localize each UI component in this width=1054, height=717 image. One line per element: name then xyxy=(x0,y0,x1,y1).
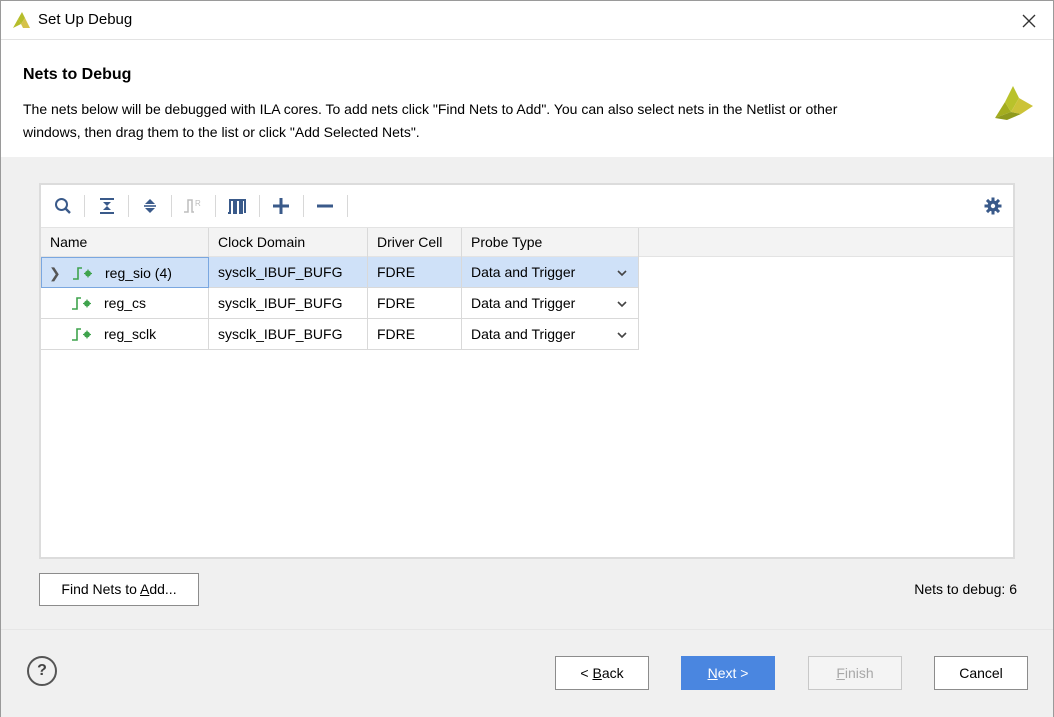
table-row[interactable]: reg_sclk sysclk_IBUF_BUFG FDRE Data and … xyxy=(41,319,639,350)
clock-domain-cell: sysclk_IBUF_BUFG xyxy=(209,319,368,350)
net-icon xyxy=(72,297,91,310)
waveform-button[interactable]: R xyxy=(181,194,205,218)
bus-icon xyxy=(228,199,246,214)
toolbar-separator xyxy=(84,195,85,217)
back-label-prefix: < xyxy=(580,665,593,681)
toolbar-separator xyxy=(259,195,260,217)
back-button[interactable]: < Back xyxy=(555,656,649,690)
clock-domain-cell: sysclk_IBUF_BUFG xyxy=(209,288,368,319)
column-header-driver-cell[interactable]: Driver Cell xyxy=(368,228,462,258)
title-bar: Set Up Debug xyxy=(1,1,1053,39)
next-label-suffix: ext > xyxy=(717,665,749,681)
net-icon xyxy=(73,267,92,280)
driver-cell-cell: FDRE xyxy=(368,319,462,350)
probe-type-value: Data and Trigger xyxy=(471,326,576,342)
nets-count-label: Nets to debug: 6 xyxy=(914,581,1017,597)
expand-all-icon xyxy=(144,199,156,213)
column-header-clock-domain[interactable]: Clock Domain xyxy=(209,228,368,258)
net-name-cell[interactable]: reg_cs xyxy=(41,288,209,319)
toolbar-separator xyxy=(215,195,216,217)
net-name: reg_sclk xyxy=(104,326,157,342)
back-label-suffix: ack xyxy=(601,665,624,681)
collapse-all-button[interactable] xyxy=(95,194,119,218)
nets-panel: R Name Clock Domain Driver Cell Probe Ty… xyxy=(39,183,1015,559)
probe-type-value: Data and Trigger xyxy=(471,264,576,280)
close-icon xyxy=(1022,14,1036,28)
page-header: Nets to Debug The nets below will be deb… xyxy=(1,39,1053,157)
add-icon xyxy=(273,198,289,214)
column-header-probe-type[interactable]: Probe Type xyxy=(462,228,639,258)
column-header-name[interactable]: Name xyxy=(41,228,209,258)
window-title: Set Up Debug xyxy=(38,11,133,28)
finish-label-suffix: inish xyxy=(844,665,874,681)
gear-icon xyxy=(984,197,1002,215)
bus-button[interactable] xyxy=(225,194,249,218)
probe-type-dropdown[interactable]: Data and Trigger xyxy=(462,319,639,350)
search-icon xyxy=(55,198,71,214)
toolbar-separator xyxy=(171,195,172,217)
dialog-footer: ? < Back Next > Finish Cancel xyxy=(1,629,1053,717)
probe-type-dropdown[interactable]: Data and Trigger xyxy=(462,288,639,319)
description-line-1: The nets below will be debugged with ILA… xyxy=(23,101,838,117)
toolbar-separator xyxy=(303,195,304,217)
vivado-brand-logo-icon xyxy=(995,86,1033,120)
close-button[interactable] xyxy=(1011,7,1047,35)
back-mnemonic: B xyxy=(592,665,602,681)
page-description: The nets below will be debugged with ILA… xyxy=(23,98,943,144)
content-area: R Name Clock Domain Driver Cell Probe Ty… xyxy=(1,157,1053,629)
dialog-window: Set Up Debug Nets to Debug The nets belo… xyxy=(0,0,1054,717)
probe-type-value: Data and Trigger xyxy=(471,295,576,311)
search-button[interactable] xyxy=(51,194,75,218)
table-row[interactable]: reg_cs sysclk_IBUF_BUFG FDRE Data and Tr… xyxy=(41,288,639,319)
chevron-down-icon xyxy=(617,270,627,277)
net-name: reg_sio (4) xyxy=(105,265,172,281)
next-mnemonic: N xyxy=(707,665,718,681)
table-header: Name Clock Domain Driver Cell Probe Type xyxy=(41,227,1013,258)
chevron-down-icon xyxy=(617,301,627,308)
svg-text:R: R xyxy=(195,199,201,208)
probe-type-dropdown[interactable]: Data and Trigger xyxy=(462,257,639,288)
net-name: reg_cs xyxy=(104,295,147,311)
nets-toolbar: R xyxy=(41,185,1013,227)
net-name-cell[interactable]: reg_sclk xyxy=(41,319,209,350)
add-net-button[interactable] xyxy=(269,194,293,218)
next-button[interactable]: Next > xyxy=(681,656,775,690)
find-nets-mnemonic: A xyxy=(140,581,150,597)
net-icon xyxy=(72,328,91,341)
finish-mnemonic: F xyxy=(836,665,845,681)
toolbar-separator xyxy=(347,195,348,217)
driver-cell-cell: FDRE xyxy=(368,257,462,288)
help-button[interactable]: ? xyxy=(27,656,57,686)
description-line-2: windows, then drag them to the list or c… xyxy=(23,124,420,140)
cancel-button[interactable]: Cancel xyxy=(934,656,1028,690)
driver-cell-cell: FDRE xyxy=(368,288,462,319)
expand-all-button[interactable] xyxy=(138,194,162,218)
chevron-right-icon[interactable]: ❯ xyxy=(49,258,61,289)
table-row[interactable]: ❯ reg_sio (4) sysclk_IBUF_BUFG FDRE Data… xyxy=(41,257,639,288)
net-name-cell[interactable]: ❯ reg_sio (4) xyxy=(41,257,209,288)
remove-net-button[interactable] xyxy=(313,194,337,218)
waveform-icon: R xyxy=(184,199,201,213)
chevron-down-icon xyxy=(617,332,627,339)
toolbar-separator xyxy=(128,195,129,217)
clock-domain-cell: sysclk_IBUF_BUFG xyxy=(209,257,368,288)
page-title: Nets to Debug xyxy=(23,66,132,83)
settings-button[interactable] xyxy=(981,194,1005,218)
finish-button[interactable]: Finish xyxy=(808,656,902,690)
find-nets-label-suffix: dd... xyxy=(149,581,177,597)
find-nets-label-prefix: Find Nets to xyxy=(61,581,140,597)
collapse-all-icon xyxy=(100,198,114,214)
remove-icon xyxy=(317,204,333,208)
find-nets-to-add-button[interactable]: Find Nets to Add... xyxy=(39,573,199,606)
vivado-logo-icon xyxy=(13,12,30,28)
